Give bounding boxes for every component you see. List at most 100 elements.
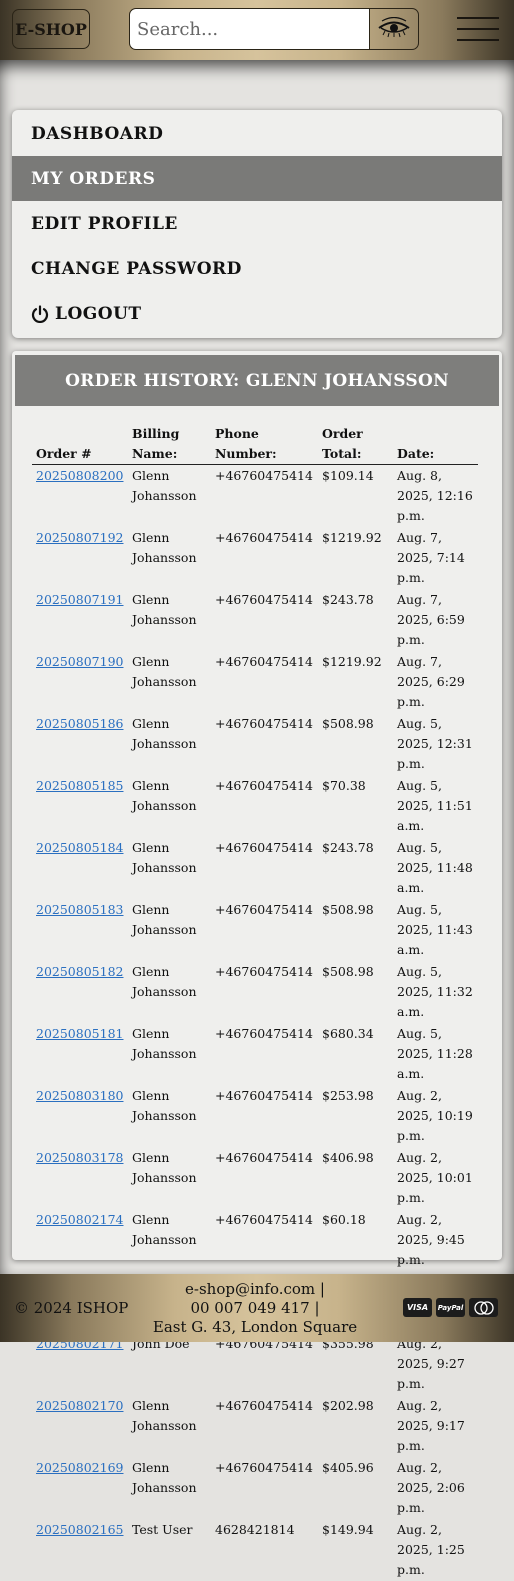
billing-name-cell: Glenn Johansson: [128, 1209, 211, 1271]
order-number-cell: 20250805186: [32, 713, 128, 775]
order-history-title: ORDER HISTORY: GLENN JOHANSSON: [15, 355, 499, 406]
search-input[interactable]: [129, 8, 370, 50]
phone-cell: +46760475414: [211, 589, 318, 651]
date-cell: Aug. 2, 2025, 2:06 p.m.: [393, 1457, 478, 1519]
order-number-link[interactable]: 20250808200: [36, 468, 123, 483]
table-row: 20250807190 Glenn Johansson+46760475414$1…: [32, 651, 478, 713]
phone-cell: +46760475414: [211, 899, 318, 961]
phone-cell: +46760475414: [211, 961, 318, 1023]
billing-name-cell: John Doe: [128, 1333, 211, 1395]
visa-icon: VISA: [403, 1298, 432, 1317]
billing-name-cell: Test User: [128, 1519, 211, 1581]
order-number-link[interactable]: 20250805183: [36, 902, 123, 917]
order-number-cell: 20250802165: [32, 1519, 128, 1581]
table-row: 20250802170Glenn Johansson+46760475414$2…: [32, 1395, 478, 1457]
menu-item-logout[interactable]: LOGOUT: [12, 291, 502, 336]
table-row: 20250803180Glenn Johansson+46760475414$2…: [32, 1085, 478, 1147]
order-number-link[interactable]: 20250805185: [36, 778, 123, 793]
email-link[interactable]: e-shop@info.com: [185, 1280, 315, 1298]
table-row: 20250807191Glenn Johansson+46760475414$2…: [32, 589, 478, 651]
order-number-link[interactable]: 20250805184: [36, 840, 123, 855]
order-number-cell: 20250808200: [32, 465, 128, 528]
order-total-cell: $406.98: [318, 1147, 393, 1209]
order-number-link[interactable]: 20250803178: [36, 1150, 123, 1165]
billing-name-cell: Glenn Johansson: [128, 713, 211, 775]
date-cell: Aug. 5, 2025, 11:51 a.m.: [393, 775, 478, 837]
order-number-link[interactable]: 20250807192: [36, 530, 123, 545]
table-header-row: Order # Billing Name: Phone Number: Orde…: [32, 422, 478, 465]
order-total-cell: $508.98: [318, 961, 393, 1023]
column-header-billing-name: Billing Name:: [128, 422, 211, 465]
table-row: 20250805184Glenn Johansson+46760475414$2…: [32, 837, 478, 899]
order-total-cell: $149.94: [318, 1519, 393, 1581]
header: E-SHOP: [0, 0, 514, 60]
phone-cell: +46760475414: [211, 837, 318, 899]
date-cell: Aug. 2, 2025, 10:19 p.m.: [393, 1085, 478, 1147]
order-total-cell: $355.98: [318, 1333, 393, 1395]
orders-table: Order # Billing Name: Phone Number: Orde…: [32, 422, 478, 1581]
menu-item-edit-profile[interactable]: EDIT PROFILE: [12, 201, 502, 246]
date-cell: Aug. 8, 2025, 12:16 p.m.: [393, 465, 478, 528]
hamburger-icon[interactable]: [457, 17, 499, 41]
order-number-cell: 20250802169: [32, 1457, 128, 1519]
menu-item-my-orders[interactable]: MY ORDERS: [12, 156, 502, 201]
logo[interactable]: E-SHOP: [12, 9, 90, 49]
order-number-link[interactable]: 20250803180: [36, 1088, 123, 1103]
order-number-link[interactable]: 20250805182: [36, 964, 123, 979]
phone-cell: +46760475414: [211, 1395, 318, 1457]
order-number-cell: 20250802170: [32, 1395, 128, 1457]
phone-cell: +46760475414: [211, 1023, 318, 1085]
order-total-cell: $253.98: [318, 1085, 393, 1147]
table-row: 20250807192Glenn Johansson+46760475414$1…: [32, 527, 478, 589]
billing-name-cell: Glenn Johansson: [128, 1147, 211, 1209]
order-number-link[interactable]: 20250802174: [36, 1212, 123, 1227]
column-header-date: Date:: [393, 422, 478, 465]
date-cell: Aug. 2, 2025, 9:27 p.m.: [393, 1333, 478, 1395]
order-number-link[interactable]: 20250802165: [36, 1522, 123, 1537]
date-cell: Aug. 5, 2025, 11:48 a.m.: [393, 837, 478, 899]
table-row: 20250805185Glenn Johansson+46760475414$7…: [32, 775, 478, 837]
mastercard-icon: mastercard: [469, 1298, 498, 1317]
order-number-cell: 20250803180: [32, 1085, 128, 1147]
date-cell: Aug. 7, 2025, 7:14 p.m.: [393, 527, 478, 589]
order-number-cell: 20250807191: [32, 589, 128, 651]
table-row: 20250808200Glenn Johansson+46760475414$1…: [32, 465, 478, 528]
orders-table-body: 20250808200Glenn Johansson+46760475414$1…: [32, 465, 478, 1581]
order-number-link[interactable]: 20250807190: [36, 654, 123, 669]
table-row: 20250802165Test User4628421814$149.94Aug…: [32, 1519, 478, 1581]
phone-cell: +46760475414: [211, 465, 318, 528]
table-row: 20250802174Glenn Johansson+46760475414$6…: [32, 1209, 478, 1271]
phone-cell: +46760475414: [211, 1209, 318, 1271]
menu-item-change-password[interactable]: CHANGE PASSWORD: [12, 246, 502, 291]
date-cell: Aug. 7, 2025, 6:29 p.m.: [393, 651, 478, 713]
account-menu: DASHBOARD MY ORDERS EDIT PROFILE CHANGE …: [12, 110, 502, 338]
order-number-link[interactable]: 20250802170: [36, 1398, 123, 1413]
search-button[interactable]: [369, 8, 419, 50]
copyright: © 2024 ISHOP: [14, 1274, 128, 1342]
order-number-link[interactable]: 20250805186: [36, 716, 123, 731]
menu-item-dashboard[interactable]: DASHBOARD: [12, 111, 502, 156]
table-row: 20250805182Glenn Johansson+46760475414$5…: [32, 961, 478, 1023]
order-number-link[interactable]: 20250805181: [36, 1026, 123, 1041]
column-header-phone: Phone Number:: [211, 422, 318, 465]
phone-cell: +46760475414: [211, 713, 318, 775]
phone-cell: +46760475414: [211, 651, 318, 713]
order-total-cell: $109.14: [318, 465, 393, 528]
date-cell: Aug. 7, 2025, 6:59 p.m.: [393, 589, 478, 651]
contact-info: e-shop@info.com | 00 007 049 417 | East …: [150, 1280, 360, 1337]
billing-name-cell: Glenn Johansson: [128, 651, 211, 713]
order-number-cell: 20250802174: [32, 1209, 128, 1271]
billing-name-cell: Glenn Johansson: [128, 775, 211, 837]
order-number-cell: 20250805181: [32, 1023, 128, 1085]
paypal-icon: PayPal: [436, 1298, 465, 1317]
date-cell: Aug. 2, 2025, 10:01 p.m.: [393, 1147, 478, 1209]
order-total-cell: $1219.92: [318, 651, 393, 713]
phone-cell: +46760475414: [211, 527, 318, 589]
address: East G. 43, London Square: [150, 1318, 360, 1337]
column-header-order: Order #: [32, 422, 128, 465]
order-number-link[interactable]: 20250807191: [36, 592, 123, 607]
date-cell: Aug. 2, 2025, 9:17 p.m.: [393, 1395, 478, 1457]
order-number-cell: 20250805185: [32, 775, 128, 837]
order-number-link[interactable]: 20250802169: [36, 1460, 123, 1475]
phone-cell: +46760475414: [211, 1085, 318, 1147]
